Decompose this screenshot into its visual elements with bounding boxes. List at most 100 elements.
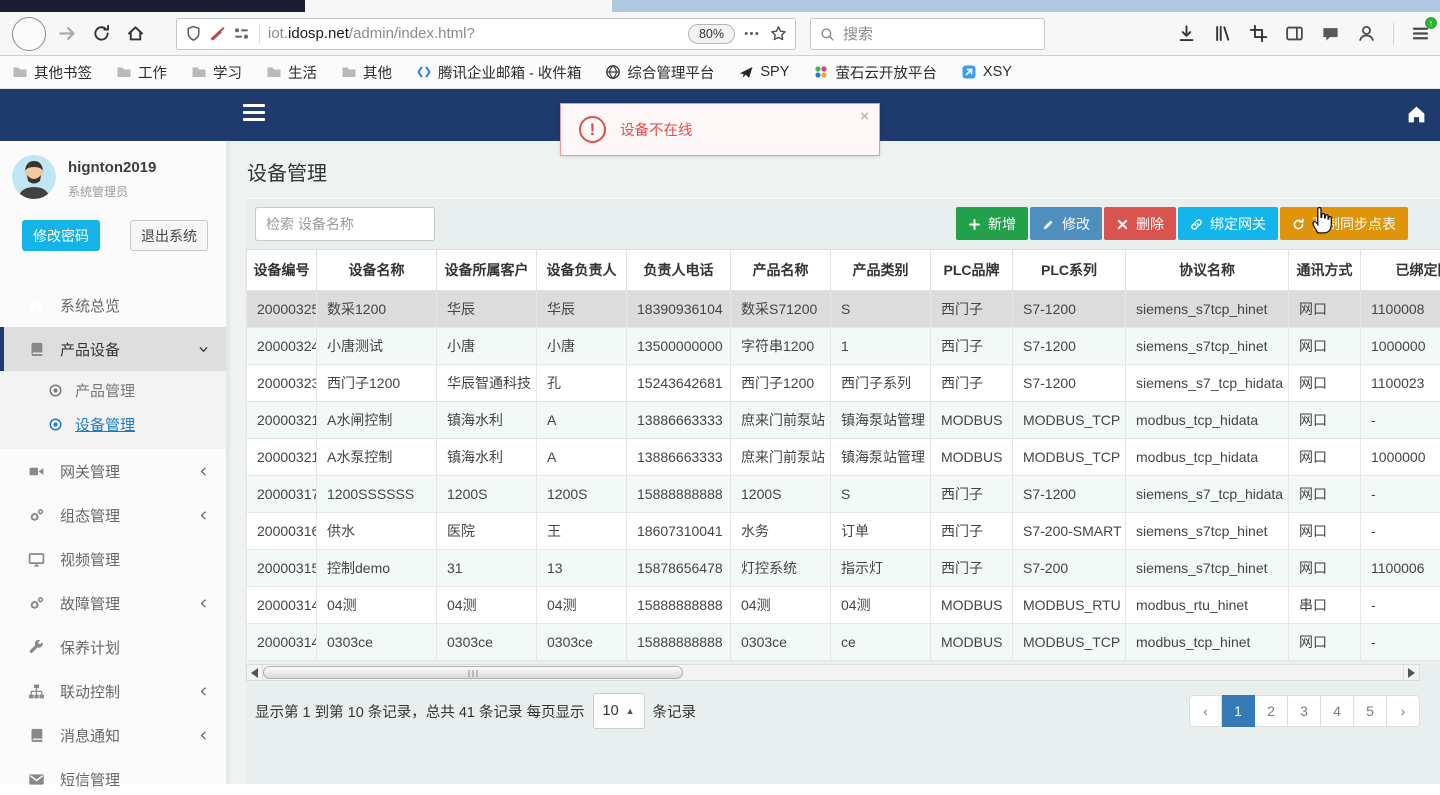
zoom-level-badge[interactable]: 80% (687, 23, 735, 44)
library-icon[interactable] (1213, 24, 1232, 43)
sidebar-item-视频管理[interactable]: 视频管理 (0, 537, 230, 581)
page-prev[interactable]: ‹ (1189, 695, 1222, 727)
sidebar-item-系统总览[interactable]: 系统总览 (0, 283, 230, 327)
account-icon[interactable] (1357, 24, 1376, 43)
column-header[interactable]: 已绑定网关 (1360, 249, 1440, 291)
table-cell: - (1360, 623, 1440, 661)
column-header[interactable]: 通讯方式 (1288, 249, 1361, 291)
sidebar-item-消息通知[interactable]: 消息通知 (0, 713, 230, 757)
sidebar-item-label: 消息通知 (60, 727, 121, 745)
scrollbar-thumb[interactable] (263, 666, 683, 679)
reload-button[interactable] (86, 19, 116, 49)
forward-button[interactable] (52, 19, 82, 49)
scroll-right-button[interactable] (1403, 665, 1419, 680)
action-button-删除[interactable]: 删除 (1104, 207, 1176, 240)
scroll-left-button[interactable] (247, 665, 263, 680)
back-button[interactable] (12, 16, 46, 51)
sidebar-item-产品设备[interactable]: 产品设备 (0, 327, 230, 371)
horizontal-scrollbar[interactable] (246, 664, 1420, 681)
sidebars-icon[interactable] (1285, 24, 1304, 43)
sidebar-item-故障管理[interactable]: 故障管理 (0, 581, 230, 625)
bookmark-item[interactable]: 生活 (266, 62, 317, 83)
sidebar-subitem-设备管理[interactable]: 设备管理 (0, 407, 230, 441)
table-cell: - (1360, 512, 1440, 550)
table-row[interactable]: 2000031450303ce0303ce0303ce1588888888803… (246, 623, 1440, 661)
page-actions-icon[interactable] (743, 25, 760, 43)
downloads-icon[interactable] (1177, 24, 1196, 43)
bookmark-item[interactable]: 其他书签 (12, 62, 92, 83)
change-password-button[interactable]: 修改密码 (22, 220, 100, 251)
column-header[interactable]: 产品类别 (830, 249, 931, 291)
sidebar-item-短信管理[interactable]: 短信管理 (0, 757, 230, 795)
column-header[interactable]: 协议名称 (1125, 249, 1289, 291)
table-row[interactable]: 200003152控制demo311315878656478灯控系统指示灯西门子… (246, 549, 1440, 587)
action-button-修改[interactable]: 修改 (1030, 207, 1102, 240)
chat-icon[interactable] (1321, 24, 1340, 43)
sidebar-item-label: 网关管理 (60, 463, 121, 481)
table-row[interactable]: 200003256数采1200华辰华辰18390936104数采S71200S西… (246, 290, 1440, 328)
sidebar-scrollbar[interactable] (226, 141, 230, 784)
action-button-绑定网关[interactable]: 绑定网关 (1178, 207, 1278, 240)
table-row[interactable]: 200003165供水医院王18607310041水务订单西门子S7-200-S… (246, 512, 1440, 550)
page-3[interactable]: 3 (1288, 695, 1321, 727)
bookmark-item[interactable]: SPY (738, 64, 789, 80)
table-row[interactable]: 200003212A水闸控制镇海水利A13886663333庶来门前泵站镇海泵站… (246, 401, 1440, 439)
sidebar-item-保养计划[interactable]: 保养计划 (0, 625, 230, 669)
page-4[interactable]: 4 (1321, 695, 1354, 727)
table-cell: 西门子系列 (830, 364, 931, 402)
site-identity-icon[interactable] (233, 25, 250, 42)
sidebar-item-网关管理[interactable]: 网关管理 (0, 449, 230, 493)
page-1[interactable]: 1 (1222, 695, 1255, 727)
table-cell: 网口 (1288, 475, 1361, 513)
bookmark-item[interactable]: 综合管理平台 (605, 62, 714, 83)
table-row[interactable]: 20000314904测04测04测1588888888804测04测MODBU… (246, 586, 1440, 624)
app-menu-button[interactable]: ↑ (1411, 17, 1437, 43)
table-row[interactable]: 200003211A水泵控制镇海水利A13886663333庶来门前泵站镇海泵站… (246, 438, 1440, 476)
bookmark-item[interactable]: 萤石云开放平台 (813, 62, 937, 83)
sidebar-item-组态管理[interactable]: 组态管理 (0, 493, 230, 537)
page-next[interactable]: › (1387, 695, 1420, 727)
column-header[interactable]: 设备编号 (246, 249, 317, 291)
table-row[interactable]: 200003248小唐测试小唐小唐13500000000字符串12001西门子S… (246, 327, 1440, 365)
table-cell: 网口 (1288, 327, 1361, 365)
action-button-新增[interactable]: 新增 (956, 207, 1028, 240)
page-5[interactable]: 5 (1354, 695, 1387, 727)
pagination: ‹ 1 2 3 4 5 › (1189, 695, 1420, 727)
page-size-select[interactable]: 10 ▲ (592, 693, 645, 729)
column-header[interactable]: PLC品牌 (930, 249, 1013, 291)
shield-icon[interactable] (185, 25, 202, 42)
device-search-input[interactable] (255, 207, 435, 241)
bookmark-star-icon[interactable] (770, 25, 787, 43)
home-icon (28, 296, 45, 314)
action-button-强制同步点表[interactable]: 强制同步点表 (1280, 207, 1408, 240)
screenshot-icon[interactable] (1249, 24, 1268, 43)
bookmark-item[interactable]: 其他 (341, 62, 392, 83)
column-header[interactable]: 设备负责人 (536, 249, 627, 291)
table-row[interactable]: 200003230西门子1200华辰智通科技孔15243642681西门子120… (246, 364, 1440, 402)
sidebar-subitem-label: 设备管理 (75, 416, 136, 434)
bookmark-item[interactable]: XSY (961, 64, 1012, 80)
logout-button[interactable]: 退出系统 (130, 220, 208, 251)
browser-search-box[interactable]: 搜索 (810, 17, 1045, 50)
page-2[interactable]: 2 (1255, 695, 1288, 727)
column-header[interactable]: 产品名称 (730, 249, 831, 291)
bookmark-item[interactable]: 腾讯企业邮箱 - 收件箱 (416, 62, 581, 83)
bookmark-item[interactable]: 工作 (116, 62, 167, 83)
table-cell: 200003152 (246, 549, 317, 587)
column-header[interactable]: 设备名称 (316, 249, 437, 291)
chevron-left-icon (197, 507, 210, 524)
app-home-button[interactable] (1406, 104, 1427, 125)
url-bar[interactable]: iot.idosp.net/admin/index.html? 80% (176, 17, 796, 50)
blocked-content-icon[interactable] (209, 25, 226, 42)
bookmark-item[interactable]: 学习 (191, 62, 242, 83)
home-button[interactable] (120, 19, 150, 49)
column-header[interactable]: 负责人电话 (626, 249, 731, 291)
column-header[interactable]: 设备所属客户 (436, 249, 537, 291)
table-row[interactable]: 2000031771200SSSSSS1200S1200S15888888888… (246, 475, 1440, 513)
alert-close-icon[interactable]: × (860, 108, 869, 125)
sidebar-toggle-button[interactable] (243, 104, 265, 126)
table-cell: 13 (536, 549, 627, 587)
column-header[interactable]: PLC系列 (1012, 249, 1126, 291)
sidebar-subitem-产品管理[interactable]: 产品管理 (0, 373, 230, 407)
sidebar-item-联动控制[interactable]: 联动控制 (0, 669, 230, 713)
